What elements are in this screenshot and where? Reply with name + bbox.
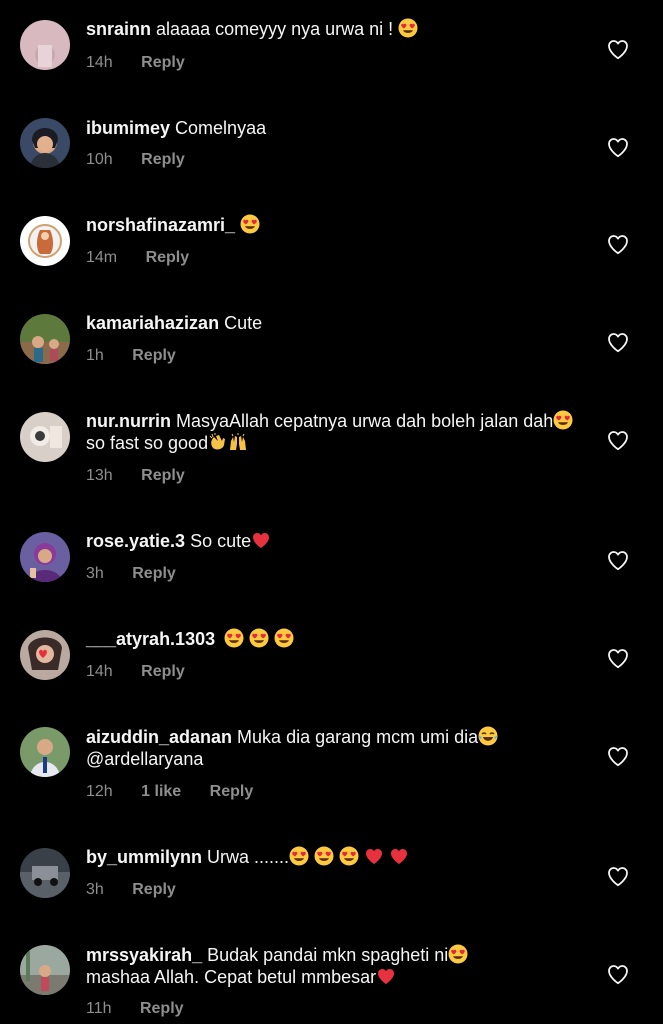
heart-outline-icon[interactable] [606,549,630,571]
username[interactable]: ___atyrah.1303 [86,629,215,649]
username[interactable]: ibumimey [86,118,170,138]
comment-meta: 14m Reply [86,248,189,268]
comment-text: norshafinazamri_ [86,214,586,236]
heart-eyes-emoji [448,944,468,964]
comment-body: alaaaa comeyyy nya urwa ni ! [156,19,394,39]
comment-text: kamariahazizan Cute [86,312,586,334]
username[interactable]: norshafinazamri_ [86,215,235,235]
reply-button[interactable]: Reply [132,346,176,366]
avatar[interactable] [20,216,70,266]
heart-eyes-emoji [249,628,269,648]
comment-body: Comelnyaa [175,118,267,138]
avatar[interactable] [20,118,70,168]
red-heart-emoji [389,846,409,866]
comment-text: by_ummilynn Urwa ....... [86,846,586,868]
timestamp: 10h [86,151,113,168]
comment-meta: 14h Reply [86,53,185,73]
comment-body: Muka dia garang mcm umi dia [237,727,479,747]
comment-meta: 3h Reply [86,880,176,900]
reply-button[interactable]: Reply [210,782,254,802]
comment-meta: 10h Reply [86,150,185,170]
reply-button[interactable]: Reply [132,880,176,900]
timestamp: 14m [86,249,118,266]
reply-button[interactable]: Reply [146,248,190,268]
avatar[interactable] [20,848,70,898]
comment-text: mrssyakirah_ Budak pandai mkn spagheti n… [86,944,586,988]
timestamp: 3h [86,881,104,898]
reply-button[interactable]: Reply [141,466,185,486]
heart-outline-icon[interactable] [606,233,630,255]
red-heart-emoji [251,530,271,550]
comment-meta: 1h Reply [86,346,176,366]
comment-body-2: mashaa Allah. Cepat betul mmbesar [86,967,377,987]
red-heart-emoji [376,966,396,986]
heart-eyes-emoji [339,846,359,866]
comment-meta: 14h Reply [86,662,185,682]
heart-eyes-emoji [224,628,244,648]
reply-button[interactable]: Reply [141,150,185,170]
like-count[interactable]: 1 like [141,782,181,802]
avatar[interactable] [20,532,70,582]
heart-eyes-emoji [240,214,260,234]
heart-outline-icon[interactable] [606,136,630,158]
username[interactable]: aizuddin_adanan [86,727,232,747]
username[interactable]: mrssyakirah_ [86,945,202,965]
timestamp: 3h [86,565,104,582]
tears-of-joy-emoji [478,726,498,746]
comment-meta: 12h 1 like Reply [86,782,253,802]
clapping-hands-emoji [208,432,228,452]
comment-body: MasyaAllah cepatnya urwa dah boleh jalan… [176,411,554,431]
heart-eyes-emoji [314,846,334,866]
reply-button[interactable]: Reply [132,564,176,584]
avatar[interactable] [20,20,70,70]
timestamp: 1h [86,347,104,364]
comment-text: aizuddin_adanan Muka dia garang mcm umi … [86,726,586,770]
comment-body: Cute [224,313,263,333]
heart-outline-icon[interactable] [606,38,630,60]
comment-text: ___atyrah.1303 [86,628,586,650]
heart-outline-icon[interactable] [606,963,630,985]
reply-button[interactable]: Reply [140,999,184,1019]
comment-meta: 3h Reply [86,564,176,584]
reply-button[interactable]: Reply [141,53,185,73]
heart-eyes-emoji [289,846,309,866]
username[interactable]: nur.nurrin [86,411,171,431]
timestamp: 14h [86,663,113,680]
comment-meta: 13h Reply [86,466,185,486]
heart-outline-icon[interactable] [606,745,630,767]
heart-eyes-emoji [274,628,294,648]
avatar[interactable] [20,412,70,462]
heart-outline-icon[interactable] [606,331,630,353]
username[interactable]: by_ummilynn [86,847,202,867]
raising-hands-emoji [228,432,248,452]
avatar[interactable] [20,630,70,680]
timestamp: 14h [86,54,113,71]
timestamp: 13h [86,467,113,484]
avatar[interactable] [20,314,70,364]
reply-button[interactable]: Reply [141,662,185,682]
mention-link[interactable]: @ardellaryana [86,749,203,769]
comment-body: Budak pandai mkn spagheti ni [207,945,449,965]
heart-outline-icon[interactable] [606,429,630,451]
comment-meta: 11h Reply [86,999,184,1019]
heart-outline-icon[interactable] [606,865,630,887]
username[interactable]: snrainn [86,19,151,39]
heart-eyes-emoji [398,18,418,38]
comment-body-2: so fast so good [86,433,209,453]
comment-text: rose.yatie.3 So cute [86,530,586,552]
comment-text: ibumimey Comelnyaa [86,117,586,139]
comment-body: Urwa ....... [207,847,290,867]
comment-text: nur.nurrin MasyaAllah cepatnya urwa dah … [86,410,586,454]
timestamp: 11h [86,1000,112,1017]
heart-eyes-emoji [553,410,573,430]
heart-outline-icon[interactable] [606,647,630,669]
comment-body: So cute [190,531,252,551]
comment-text: snrainn alaaaa comeyyy nya urwa ni ! [86,18,586,40]
red-heart-emoji [364,846,384,866]
username[interactable]: kamariahazizan [86,313,219,333]
timestamp: 12h [86,783,113,800]
avatar[interactable] [20,945,70,995]
avatar[interactable] [20,727,70,777]
username[interactable]: rose.yatie.3 [86,531,185,551]
